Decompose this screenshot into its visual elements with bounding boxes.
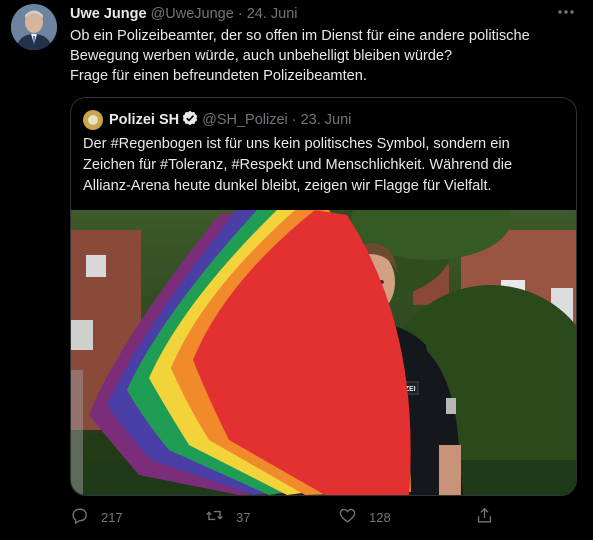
tweet-text-line: Frage für einen befreundeten Polizeibeam… bbox=[70, 68, 367, 84]
tweet-text-line: Bewegung werben würde, auch unbehelligt … bbox=[70, 48, 453, 64]
retweet-count: 37 bbox=[236, 509, 251, 525]
quoted-text-line: Der #Regenbogen ist für uns kein politis… bbox=[83, 136, 510, 152]
retweet-button[interactable]: 37 bbox=[205, 506, 250, 528]
share-button[interactable] bbox=[475, 506, 506, 528]
tweet-date[interactable]: 24. Juni bbox=[247, 6, 298, 22]
reply-count: 217 bbox=[101, 509, 123, 525]
tweet-actions: 217 37 128 bbox=[70, 506, 510, 528]
reply-button[interactable]: 217 bbox=[70, 506, 123, 528]
quoted-tweet-header: Polizei SH @SH_Polizei · 23. Juni bbox=[83, 110, 351, 130]
quoted-text-line: Allianz-Arena heute dunkel bleibt, zeige… bbox=[83, 178, 492, 194]
heart-icon bbox=[338, 506, 369, 528]
quoted-text-line: Zeichen für #Toleranz, #Respekt und Mens… bbox=[83, 157, 513, 173]
more-horizontal-icon[interactable] bbox=[556, 2, 576, 27]
separator-dot: · bbox=[237, 6, 243, 22]
like-count: 128 bbox=[369, 509, 391, 525]
quoted-tweet-photo[interactable]: POLIZEI bbox=[71, 210, 576, 495]
quoted-author-name: Polizei SH bbox=[109, 112, 180, 128]
tweet-text-line: Ob ein Polizeibeamter, der so offen im D… bbox=[70, 28, 530, 44]
author-name[interactable]: Uwe Junge bbox=[70, 6, 147, 22]
quoted-author-handle: @SH_Polizei bbox=[202, 112, 288, 128]
tweet-text: Ob ein Polizeibeamter, der so offen im D… bbox=[70, 26, 570, 86]
quoted-tweet-date: 23. Juni bbox=[300, 112, 352, 128]
like-button[interactable]: 128 bbox=[338, 506, 391, 528]
quoted-tweet-text: Der #Regenbogen ist für uns kein politis… bbox=[83, 134, 567, 197]
photo-scene: POLIZEI bbox=[71, 210, 576, 495]
quoted-tweet[interactable]: Polizei SH @SH_Polizei · 23. Juni Der #R… bbox=[70, 97, 577, 496]
author-handle[interactable]: @UweJunge bbox=[151, 6, 234, 22]
tweet-header: Uwe Junge @UweJunge · 24. Juni bbox=[70, 6, 298, 22]
verified-badge-icon bbox=[182, 110, 198, 130]
retweet-icon bbox=[205, 506, 236, 528]
share-icon bbox=[475, 506, 506, 528]
reply-icon bbox=[70, 506, 101, 528]
separator-dot: · bbox=[291, 112, 297, 128]
author-avatar[interactable] bbox=[11, 4, 57, 50]
tweet[interactable]: Uwe Junge @UweJunge · 24. Juni Ob ein Po… bbox=[0, 0, 593, 540]
quoted-author-avatar[interactable] bbox=[83, 110, 103, 130]
